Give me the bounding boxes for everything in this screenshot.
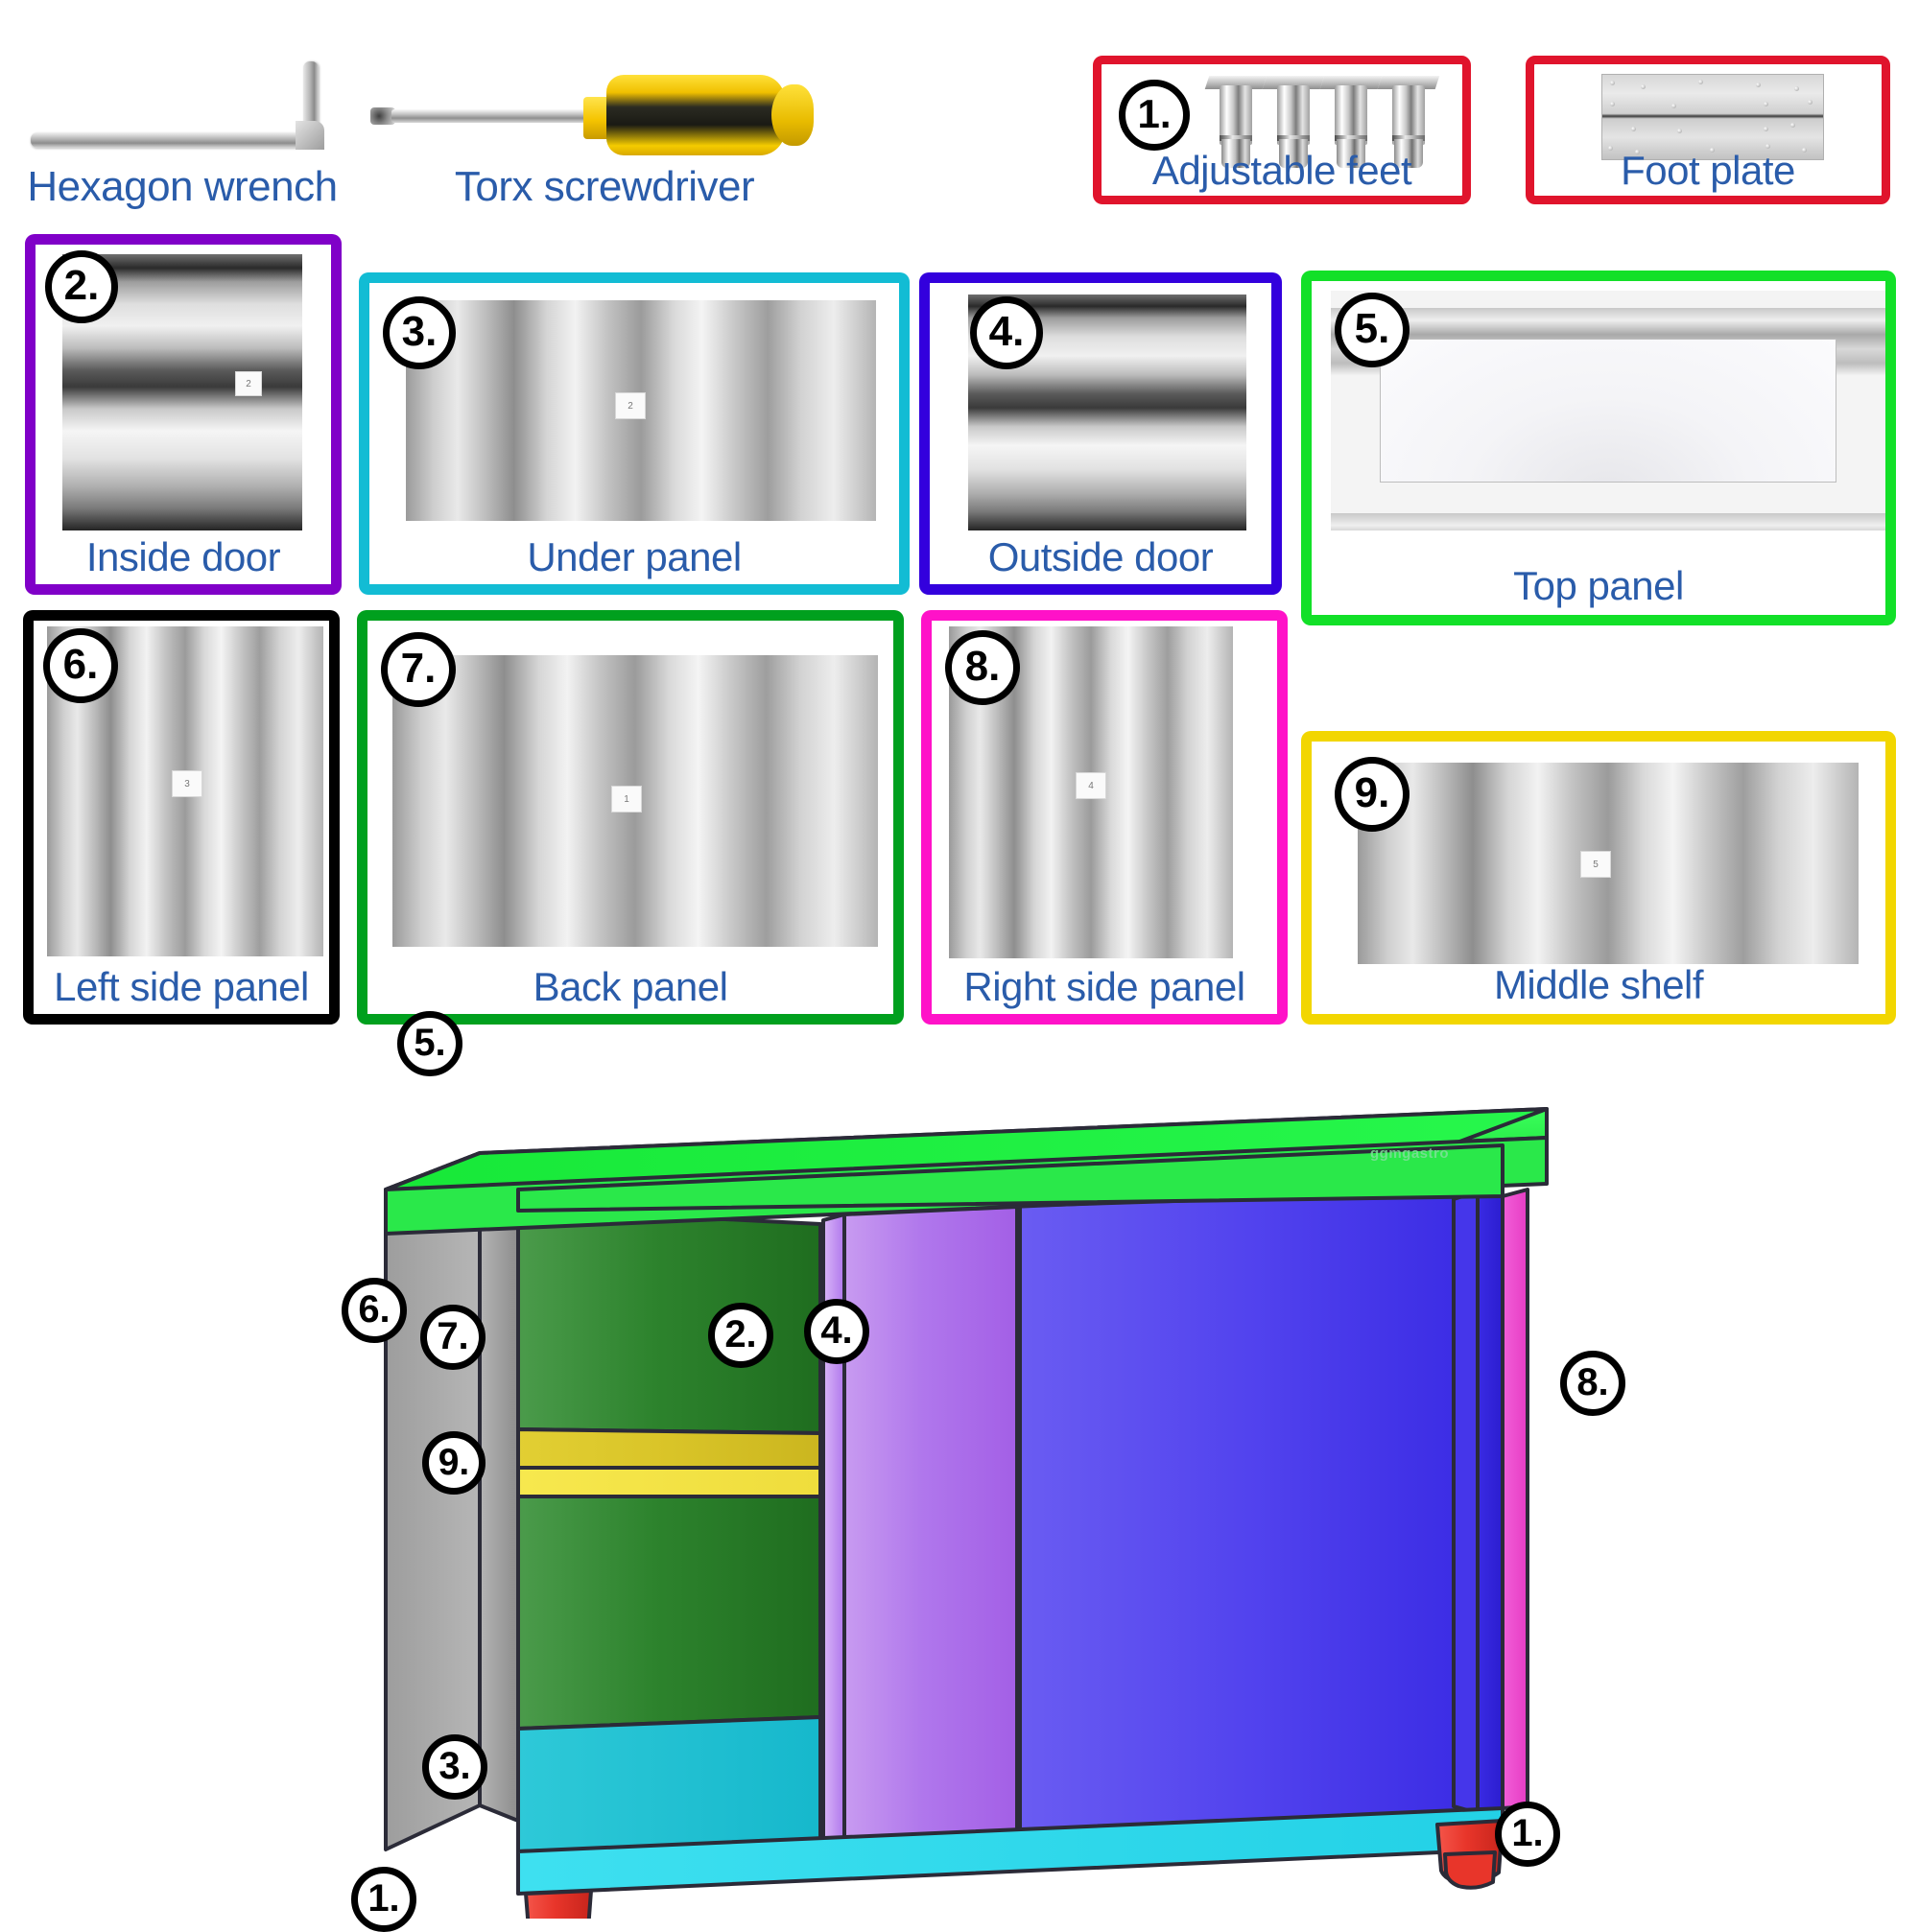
middle-shelf-icon: 5: [1358, 763, 1859, 964]
hex-wrench-long-arm-icon: [31, 132, 319, 148]
part-box-left-side-panel[interactable]: 3 6. Left side panel: [23, 610, 340, 1025]
badge-2-inside-door: 2.: [45, 250, 118, 323]
cabinet-back-panel-lower: [516, 1487, 822, 1731]
cabinet-outside-door-edge: [1476, 1190, 1504, 1815]
callout-badge-8-right-side-panel: 8.: [1560, 1351, 1625, 1416]
part-box-right-side-panel[interactable]: 4 8. Right side panel: [921, 610, 1288, 1025]
screwdriver-shaft-icon: [391, 109, 601, 123]
badge-1-adjustable-feet: 1.: [1119, 80, 1190, 151]
part-label-right-side-panel: Right side panel: [963, 964, 1245, 1009]
badge-7-back-panel: 7.: [381, 632, 456, 707]
part-box-foot-plate[interactable]: Foot plate: [1526, 56, 1890, 204]
part-box-adjustable-feet[interactable]: 1. Adjustable feet: [1093, 56, 1471, 204]
callout-badge-3-under-panel: 3.: [422, 1734, 487, 1800]
part-sticker: 5: [1580, 851, 1611, 878]
part-label-middle-shelf: Middle shelf: [1493, 962, 1704, 1007]
part-box-middle-shelf[interactable]: 5 9. Middle shelf: [1301, 731, 1896, 1025]
under-panel-icon: 2: [406, 300, 876, 521]
cabinet-foot-left: [524, 1889, 593, 1919]
cabinet-left-front-stile: [478, 1151, 520, 1823]
part-label-inside-door: Inside door: [85, 534, 281, 579]
part-label-left-side-panel: Left side panel: [54, 964, 309, 1009]
part-label-outside-door: Outside door: [987, 534, 1214, 579]
part-label-back-panel: Back panel: [533, 964, 728, 1009]
callout-badge-6-left-side-panel: 6.: [342, 1278, 407, 1343]
callout-badge-9-middle-shelf: 9.: [422, 1431, 486, 1495]
badge-5-top-panel: 5.: [1335, 293, 1410, 367]
hexagon-wrench-label: Hexagon wrench: [27, 163, 338, 210]
cabinet-middle-shelf-edge: [516, 1466, 822, 1498]
part-label-adjustable-feet: Adjustable feet: [1151, 148, 1412, 193]
cabinet-middle-shelf-top: [516, 1427, 822, 1470]
torx-screwdriver-label: Torx screwdriver: [454, 163, 755, 210]
part-sticker: 2: [615, 392, 646, 419]
part-sticker: 3: [172, 770, 202, 797]
top-panel-icon: [1331, 291, 1885, 530]
callout-badge-1-foot-left: 1.: [351, 1867, 416, 1932]
part-label-top-panel: Top panel: [1513, 563, 1684, 608]
badge-8-right-side-panel: 8.: [945, 630, 1020, 705]
assembly-diagram: ggmgastro 5. 6. 7. 9. 3. 2. 4. 8. 1. 1.: [342, 1011, 1650, 1932]
badge-9-middle-shelf: 9.: [1335, 757, 1410, 832]
cabinet-back-panel-upper: [516, 1207, 822, 1435]
part-box-back-panel[interactable]: 1 7. Back panel: [357, 610, 904, 1025]
part-box-outside-door[interactable]: 4. Outside door: [919, 272, 1282, 595]
callout-badge-1-foot-right: 1.: [1495, 1802, 1560, 1867]
callout-badge-4-outside-door: 4.: [804, 1299, 869, 1364]
callout-badge-5-top-panel: 5.: [397, 1011, 462, 1076]
brand-mark: ggmgastro: [1370, 1145, 1450, 1162]
part-sticker: 4: [1076, 772, 1106, 799]
back-panel-icon: 1: [392, 655, 878, 947]
cabinet-under-panel-interior: [516, 1715, 822, 1853]
badge-6-left-side-panel: 6.: [43, 628, 118, 703]
cabinet-outside-door-inner-edge: [1452, 1190, 1480, 1815]
part-box-under-panel[interactable]: 2 3. Under panel: [359, 272, 910, 595]
badge-4-outside-door: 4.: [970, 296, 1043, 369]
cabinet-foot-right-tip: [1443, 1850, 1497, 1890]
part-box-inside-door[interactable]: 2 2. Inside door: [25, 234, 342, 595]
part-sticker: 2: [235, 371, 262, 396]
screwdriver-end-cap-icon: [771, 84, 814, 146]
part-label-foot-plate: Foot plate: [1621, 148, 1795, 193]
part-label-under-panel: Under panel: [527, 534, 742, 579]
cabinet-inside-door: [842, 1205, 1019, 1850]
cabinet-right-side-panel: [1501, 1188, 1529, 1810]
callout-badge-7-back-panel: 7.: [420, 1305, 486, 1370]
cabinet-outside-door: [1018, 1190, 1480, 1834]
screwdriver-handle-icon: [606, 75, 785, 155]
badge-3-under-panel: 3.: [383, 296, 456, 369]
part-box-top-panel[interactable]: 5. Top panel: [1301, 271, 1896, 625]
part-sticker: 1: [611, 786, 642, 813]
callout-badge-2-inside-door: 2.: [708, 1303, 773, 1368]
hexagon-wrench-illustration: [19, 48, 355, 153]
hex-wrench-elbow-icon: [296, 121, 324, 150]
torx-screwdriver-illustration: [365, 44, 844, 155]
